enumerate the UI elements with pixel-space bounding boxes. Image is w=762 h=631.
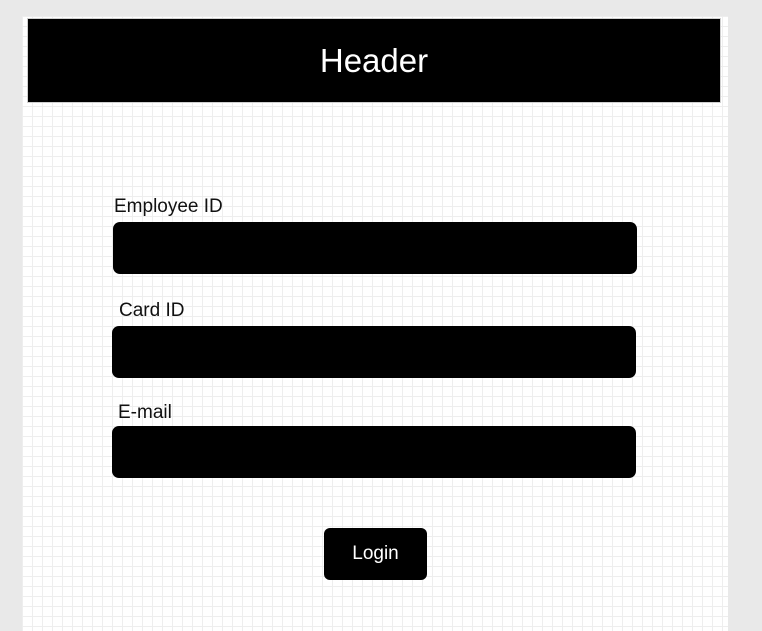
card-id-label: Card ID bbox=[119, 300, 185, 321]
header-title: Header bbox=[319, 42, 429, 79]
email-label: E-mail bbox=[118, 402, 172, 423]
card-id-input[interactable] bbox=[112, 326, 636, 378]
login-button[interactable]: Login bbox=[324, 528, 427, 580]
employee-id-input[interactable] bbox=[113, 222, 637, 274]
page-header: Header bbox=[27, 18, 721, 103]
employee-id-label: Employee ID bbox=[114, 196, 223, 217]
wireframe-canvas: Header Employee ID Card ID E-mail Login bbox=[22, 16, 728, 631]
email-input[interactable] bbox=[112, 426, 636, 478]
